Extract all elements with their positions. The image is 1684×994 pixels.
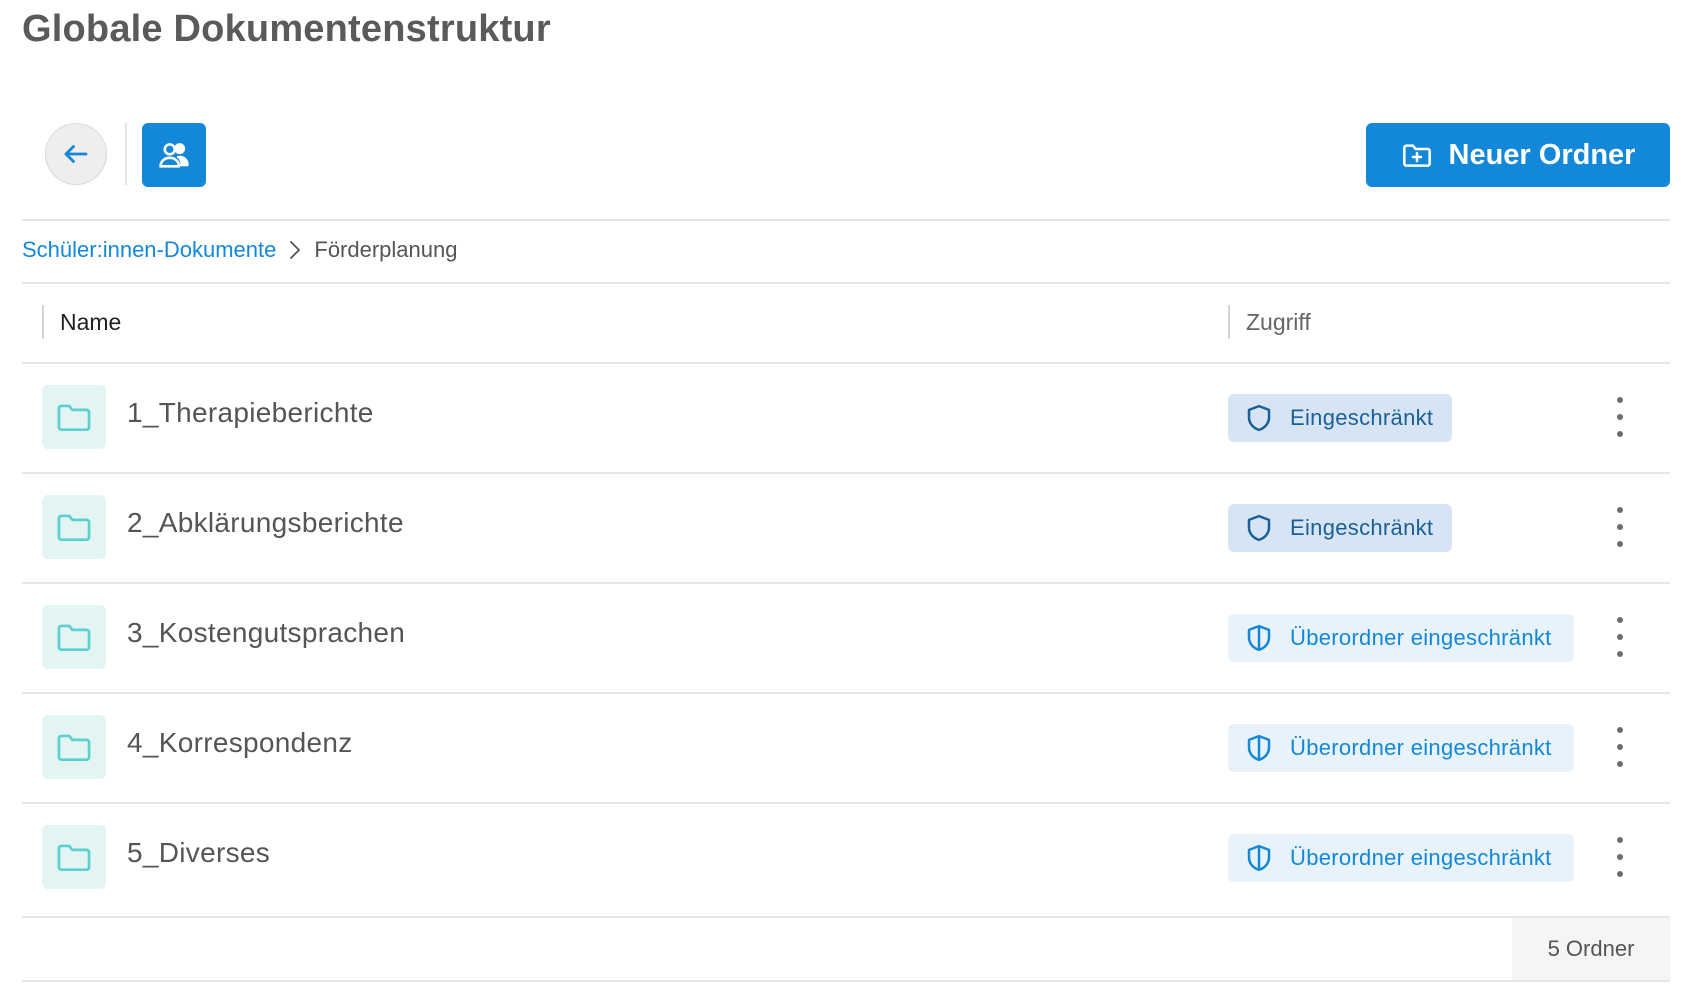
folder-name[interactable]: 3_Kostengutsprachen	[127, 617, 405, 649]
table-row[interactable]: 4_Korrespondenz Überordner eingeschränkt	[22, 693, 1670, 803]
divider	[22, 282, 1670, 284]
access-label: Eingeschränkt	[1290, 405, 1434, 430]
folder-icon	[42, 385, 106, 449]
access-badge[interactable]: Eingeschränkt	[1228, 504, 1452, 552]
divider	[22, 219, 1670, 221]
access-label: Eingeschränkt	[1290, 515, 1434, 540]
folder-name[interactable]: 1_Therapieberichte	[127, 397, 374, 429]
back-button[interactable]	[45, 123, 107, 185]
breadcrumb: Schüler:innen-Dokumente Förderplanung	[22, 236, 457, 264]
column-header-access-label: Zugriff	[1246, 308, 1311, 335]
folder-name[interactable]: 2_Abklärungsberichte	[127, 507, 404, 539]
shield-icon	[1247, 514, 1271, 542]
folder-count: 5 Ordner	[1512, 918, 1670, 980]
shield-half-icon	[1247, 734, 1271, 762]
column-header-access[interactable]: Zugriff	[1228, 304, 1311, 340]
access-badge[interactable]: Überordner eingeschränkt	[1228, 834, 1574, 882]
folder-icon	[42, 825, 106, 889]
folder-name[interactable]: 5_Diverses	[127, 837, 270, 869]
column-divider	[42, 305, 44, 339]
access-badge[interactable]: Überordner eingeschränkt	[1228, 724, 1574, 772]
shield-icon	[1247, 404, 1271, 432]
more-options-icon[interactable]	[1612, 837, 1628, 877]
table-row[interactable]: 2_Abklärungsberichte Eingeschränkt	[22, 473, 1670, 583]
page-title: Globale Dokumentenstruktur	[22, 8, 551, 50]
more-options-icon[interactable]	[1612, 617, 1628, 657]
toolbar-divider	[125, 123, 127, 185]
more-options-icon[interactable]	[1612, 397, 1628, 437]
folder-name[interactable]: 4_Korrespondenz	[127, 727, 353, 759]
access-badge[interactable]: Eingeschränkt	[1228, 394, 1452, 442]
table-row[interactable]: 5_Diverses Überordner eingeschränkt	[22, 803, 1670, 913]
more-options-icon[interactable]	[1612, 727, 1628, 767]
more-options-icon[interactable]	[1612, 507, 1628, 547]
users-button[interactable]	[142, 123, 206, 187]
divider	[22, 980, 1670, 982]
folder-icon	[42, 605, 106, 669]
column-divider	[1228, 305, 1230, 339]
access-badge[interactable]: Überordner eingeschränkt	[1228, 614, 1574, 662]
table-row[interactable]: 1_Therapieberichte Eingeschränkt	[22, 363, 1670, 473]
arrow-left-icon	[64, 145, 88, 163]
access-label: Überordner eingeschränkt	[1290, 735, 1552, 760]
shield-half-icon	[1247, 624, 1271, 652]
users-icon	[159, 143, 189, 168]
folder-icon	[42, 715, 106, 779]
folder-plus-icon	[1402, 144, 1431, 167]
shield-half-icon	[1247, 844, 1271, 872]
breadcrumb-current: Förderplanung	[314, 237, 458, 262]
breadcrumb-link-parent[interactable]: Schüler:innen-Dokumente	[22, 237, 276, 263]
folder-icon	[42, 495, 106, 559]
divider	[22, 916, 1670, 918]
column-header-name[interactable]: Name	[42, 304, 121, 340]
chevron-right-icon	[286, 239, 304, 261]
new-folder-button[interactable]: Neuer Ordner	[1366, 123, 1670, 187]
access-label: Überordner eingeschränkt	[1290, 845, 1552, 870]
access-label: Überordner eingeschränkt	[1290, 625, 1552, 650]
column-header-name-label: Name	[60, 308, 122, 335]
table-row[interactable]: 3_Kostengutsprachen Überordner eingeschr…	[22, 583, 1670, 693]
new-folder-label: Neuer Ordner	[1448, 138, 1636, 171]
